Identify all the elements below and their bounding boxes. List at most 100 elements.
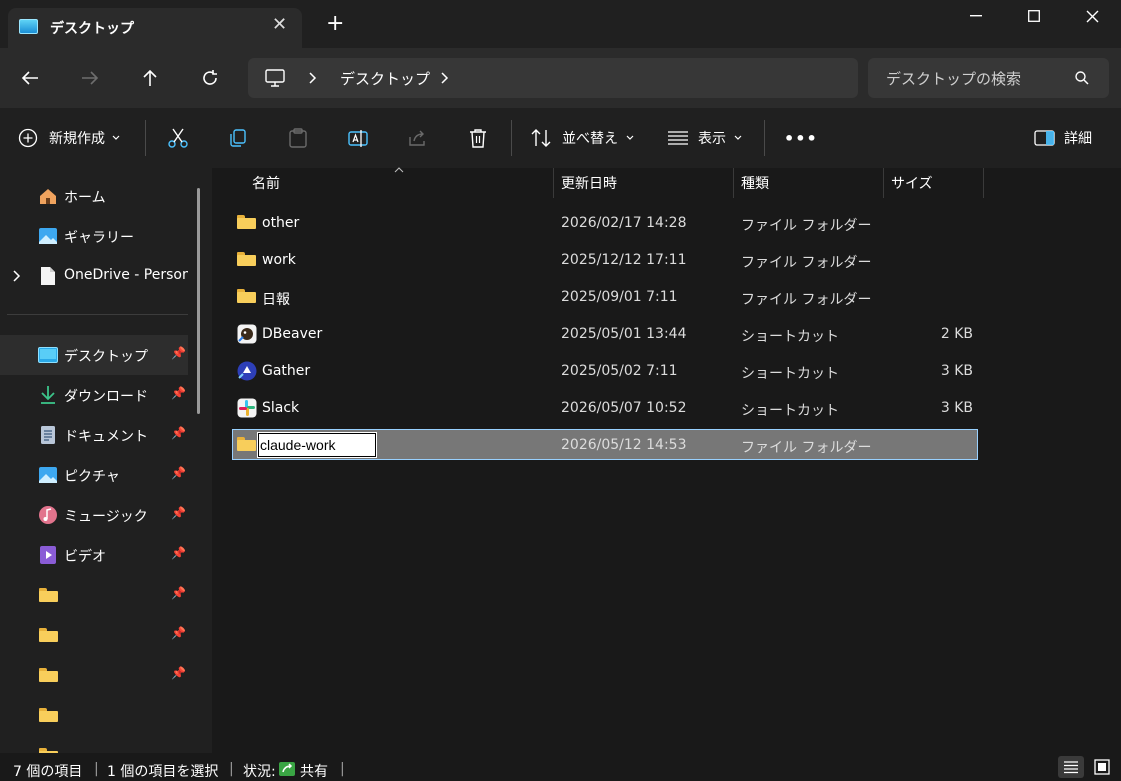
- folder-icon: [38, 705, 58, 725]
- tiles-view-icon: [1094, 759, 1110, 775]
- tab-desktop[interactable]: デスクトップ ✕: [8, 8, 302, 48]
- delete-button[interactable]: [467, 108, 489, 168]
- search-input[interactable]: デスクトップの検索: [886, 68, 1021, 89]
- table-row[interactable]: Slack 2026/05/07 10:52 ショートカット 3 KB: [232, 390, 978, 427]
- pin-icon[interactable]: 📌: [171, 386, 186, 400]
- dbeaver-icon: [237, 324, 257, 344]
- column-header-type[interactable]: 種類: [741, 168, 769, 198]
- chevron-right-icon: [309, 72, 317, 84]
- sidebar-item-documents[interactable]: ドキュメント 📌: [0, 415, 188, 455]
- chevron-down-icon: [734, 135, 742, 140]
- sidebar-item-folder[interactable]: [0, 695, 188, 735]
- breadcrumb-desktop[interactable]: デスクトップ: [340, 68, 430, 89]
- folder-icon: [38, 585, 58, 605]
- pin-icon[interactable]: 📌: [171, 426, 186, 440]
- folder-icon: [237, 437, 257, 455]
- item-count: 7 個の項目: [13, 764, 83, 780]
- details-pane-button[interactable]: 詳細: [1034, 108, 1092, 168]
- table-row[interactable]: Gather 2025/05/02 7:11 ショートカット 3 KB: [232, 353, 978, 390]
- sidebar-item-folder[interactable]: 📌: [0, 575, 188, 615]
- plus-circle-icon: [18, 128, 38, 148]
- sidebar-item-home[interactable]: ホーム: [0, 176, 188, 216]
- column-divider[interactable]: [553, 168, 554, 198]
- maximize-button[interactable]: [1005, 0, 1063, 32]
- rename-button[interactable]: [347, 108, 369, 168]
- search-box[interactable]: デスクトップの検索: [868, 58, 1109, 98]
- sidebar-item-music[interactable]: ミュージック 📌: [0, 495, 188, 535]
- file-type: ファイル フォルダー: [741, 292, 872, 308]
- pin-icon[interactable]: 📌: [171, 506, 186, 520]
- sort-button[interactable]: 並べ替え: [530, 108, 634, 168]
- sidebar-item-pictures[interactable]: ピクチャ 📌: [0, 455, 188, 495]
- column-divider[interactable]: [983, 168, 984, 198]
- table-row-selected[interactable]: 2026/05/12 14:53 ファイル フォルダー: [232, 429, 978, 460]
- chevron-right-icon[interactable]: [13, 270, 21, 282]
- sidebar-item-videos[interactable]: ビデオ 📌: [0, 535, 188, 575]
- table-row[interactable]: 日報 2025/09/01 7:11 ファイル フォルダー: [232, 279, 978, 316]
- file-type: ショートカット: [741, 366, 839, 382]
- home-icon: [38, 186, 58, 206]
- minimize-button[interactable]: [947, 0, 1005, 32]
- file-size: 3 KB: [940, 363, 973, 379]
- table-row[interactable]: DBeaver 2025/05/01 13:44 ショートカット 2 KB: [232, 316, 978, 353]
- share-icon: [409, 130, 425, 146]
- table-row[interactable]: other 2026/02/17 14:28 ファイル フォルダー: [232, 205, 978, 242]
- copy-button[interactable]: [227, 108, 249, 168]
- paste-icon: [289, 128, 307, 148]
- view-button[interactable]: 表示: [667, 108, 742, 168]
- file-type: ファイル フォルダー: [741, 255, 872, 271]
- sidebar-item-label: ピクチャ: [64, 469, 120, 485]
- tiles-view-button[interactable]: [1089, 756, 1115, 778]
- file-type: ファイル フォルダー: [741, 218, 872, 234]
- status-divider: |: [340, 761, 345, 777]
- more-options-button[interactable]: •••: [784, 108, 818, 168]
- refresh-button[interactable]: [196, 64, 224, 92]
- pin-icon[interactable]: 📌: [171, 466, 186, 480]
- sidebar-scrollbar[interactable]: [197, 188, 200, 414]
- new-tab-button[interactable]: +: [326, 13, 344, 35]
- pictures-icon: [38, 465, 58, 485]
- column-header-name[interactable]: 名前: [252, 168, 280, 198]
- close-button[interactable]: [1063, 0, 1121, 32]
- pin-icon[interactable]: 📌: [171, 346, 186, 360]
- details-view-button[interactable]: [1058, 756, 1084, 778]
- sidebar-item-onedrive[interactable]: OneDrive - Persona: [0, 256, 188, 296]
- column-divider[interactable]: [883, 168, 884, 198]
- pin-icon[interactable]: 📌: [171, 626, 186, 640]
- new-button[interactable]: 新規作成: [18, 108, 120, 168]
- share-button[interactable]: [407, 108, 429, 168]
- sidebar-item-downloads[interactable]: ダウンロード 📌: [0, 375, 188, 415]
- pin-icon[interactable]: 📌: [171, 586, 186, 600]
- column-header-size[interactable]: サイズ: [891, 168, 933, 198]
- rename-input[interactable]: [257, 432, 377, 458]
- paste-button[interactable]: [287, 108, 309, 168]
- file-date: 2025/05/01 13:44: [561, 326, 687, 342]
- pin-icon[interactable]: 📌: [171, 546, 186, 560]
- file-name: Gather: [262, 363, 311, 379]
- desktop-icon: [38, 345, 58, 365]
- cut-button[interactable]: [167, 108, 189, 168]
- gallery-icon: [38, 226, 58, 246]
- sidebar-item-label: ホーム: [64, 190, 106, 206]
- column-header-date[interactable]: 更新日時: [561, 168, 617, 198]
- sidebar-item-gallery[interactable]: ギャラリー: [0, 216, 188, 256]
- table-row[interactable]: work 2025/12/12 17:11 ファイル フォルダー: [232, 242, 978, 279]
- column-divider[interactable]: [733, 168, 734, 198]
- arrow-left-icon: [21, 71, 38, 85]
- pin-icon[interactable]: 📌: [171, 666, 186, 680]
- sidebar-item-desktop[interactable]: デスクトップ 📌: [0, 335, 188, 375]
- forward-button[interactable]: [76, 64, 104, 92]
- chevron-right-icon[interactable]: [441, 72, 449, 84]
- up-button[interactable]: [136, 64, 164, 92]
- tab-close-button[interactable]: ✕: [272, 14, 287, 35]
- sidebar-item-folder[interactable]: 📌: [0, 655, 188, 695]
- address-bar[interactable]: デスクトップ: [248, 58, 858, 98]
- toolbar-divider: [511, 120, 512, 156]
- scissors-icon: [168, 128, 188, 148]
- sidebar-item-folder[interactable]: [0, 735, 188, 753]
- back-button[interactable]: [16, 64, 44, 92]
- toolbar-divider: [145, 120, 146, 156]
- file-type: ファイル フォルダー: [741, 440, 872, 456]
- sidebar-item-folder[interactable]: 📌: [0, 615, 188, 655]
- file-name: 日報: [262, 292, 290, 308]
